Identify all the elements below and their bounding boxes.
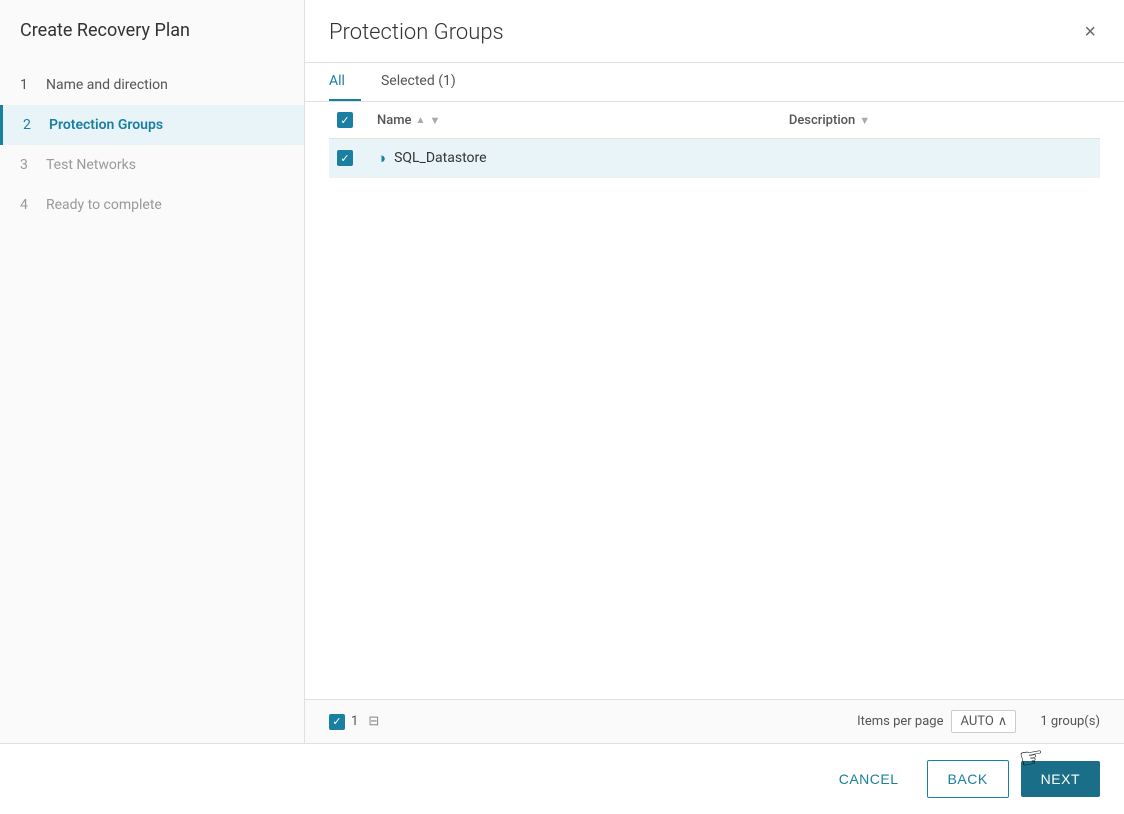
step-label-4: Ready to complete xyxy=(46,197,162,213)
items-per-page-label: Items per page xyxy=(857,714,943,729)
wizard-step-1[interactable]: 1 Name and direction xyxy=(0,65,304,105)
protection-groups-table: ✓ Name ▲ ▼ xyxy=(329,102,1100,178)
step-number-1: 1 xyxy=(20,77,36,93)
dialog-body: Create Recovery Plan 1 Name and directio… xyxy=(0,0,1124,743)
wizard-step-3: 3 Test Networks xyxy=(0,145,304,185)
row-checkbox-cell: ✓ xyxy=(329,139,369,178)
create-recovery-plan-dialog: Create Recovery Plan 1 Name and directio… xyxy=(0,0,1124,814)
panel-title: Protection Groups xyxy=(329,20,504,45)
name-column-label: Name xyxy=(377,113,412,128)
description-filter-icon[interactable]: ▼ xyxy=(859,114,870,127)
main-content: Protection Groups × All Selected (1) ✓ xyxy=(305,0,1124,743)
items-per-page-control: Items per page AUTO ∧ 1 group(s) xyxy=(857,710,1100,733)
panel-header: Protection Groups × xyxy=(305,0,1124,63)
wizard-steps-list: 1 Name and direction 2 Protection Groups… xyxy=(0,65,304,225)
cancel-button[interactable]: CANCEL xyxy=(823,761,915,797)
name-column-header: Name ▲ ▼ xyxy=(369,102,781,139)
groups-count-label: 1 group(s) xyxy=(1040,714,1100,729)
step-label-3: Test Networks xyxy=(46,157,136,173)
tab-all[interactable]: All xyxy=(329,63,361,101)
row-name-label: SQL_Datastore xyxy=(394,150,487,166)
name-filter-icon[interactable]: ▼ xyxy=(429,114,440,127)
wizard-sidebar: Create Recovery Plan 1 Name and directio… xyxy=(0,0,305,743)
row-name-cell: ◑ SQL_Datastore xyxy=(369,139,781,178)
description-column-label: Description xyxy=(789,113,855,128)
wizard-step-2[interactable]: 2 Protection Groups xyxy=(0,105,304,145)
name-sort-asc-icon[interactable]: ▲ xyxy=(416,115,426,126)
table-header-row: ✓ Name ▲ ▼ xyxy=(329,102,1100,139)
step-number-3: 3 xyxy=(20,157,36,173)
footer-checkbox-area: ✓ 1 ⊟ xyxy=(329,714,379,730)
select-all-header: ✓ xyxy=(329,102,369,139)
step-label-2: Protection Groups xyxy=(49,117,163,133)
row-description-cell xyxy=(781,139,1100,178)
description-column-header-inner: Description ▼ xyxy=(789,113,1092,128)
back-button[interactable]: BACK xyxy=(927,760,1009,798)
select-all-checkmark: ✓ xyxy=(340,115,349,126)
select-all-checkbox[interactable]: ✓ xyxy=(337,112,353,128)
tabs-bar: All Selected (1) xyxy=(305,63,1124,102)
page-size-chevron-icon: ∧ xyxy=(998,714,1008,729)
footer-checkmark: ✓ xyxy=(332,716,341,727)
step-label-1: Name and direction xyxy=(46,77,168,93)
step-number-2: 2 xyxy=(23,117,39,133)
step-number-4: 4 xyxy=(20,197,36,213)
footer-select-checkbox[interactable]: ✓ xyxy=(329,714,345,730)
protection-group-shield-icon: ◑ xyxy=(377,149,386,167)
table-footer: ✓ 1 ⊟ Items per page AUTO ∧ 1 group(s) xyxy=(305,699,1124,743)
description-column-header: Description ▼ xyxy=(781,102,1100,139)
wizard-title: Create Recovery Plan xyxy=(0,20,304,65)
wizard-step-4: 4 Ready to complete xyxy=(0,185,304,225)
name-column-header-inner: Name ▲ ▼ xyxy=(377,113,773,128)
page-size-value: AUTO xyxy=(960,714,993,729)
row-checkbox[interactable]: ✓ xyxy=(337,150,353,166)
row-name-content: ◑ SQL_Datastore xyxy=(377,149,773,167)
row-checkmark: ✓ xyxy=(340,153,349,164)
footer-selected-count: 1 xyxy=(351,714,358,729)
dialog-actions: CANCEL BACK NEXT xyxy=(0,743,1124,814)
page-size-selector[interactable]: AUTO ∧ xyxy=(951,710,1016,733)
close-button[interactable]: × xyxy=(1080,18,1100,46)
next-button[interactable]: NEXT xyxy=(1021,761,1100,797)
protection-groups-table-area: ✓ Name ▲ ▼ xyxy=(305,102,1124,699)
tab-selected[interactable]: Selected (1) xyxy=(381,63,472,101)
table-row[interactable]: ✓ ◑ SQL_Datastore xyxy=(329,139,1100,178)
footer-expand-icon[interactable]: ⊟ xyxy=(368,714,379,729)
